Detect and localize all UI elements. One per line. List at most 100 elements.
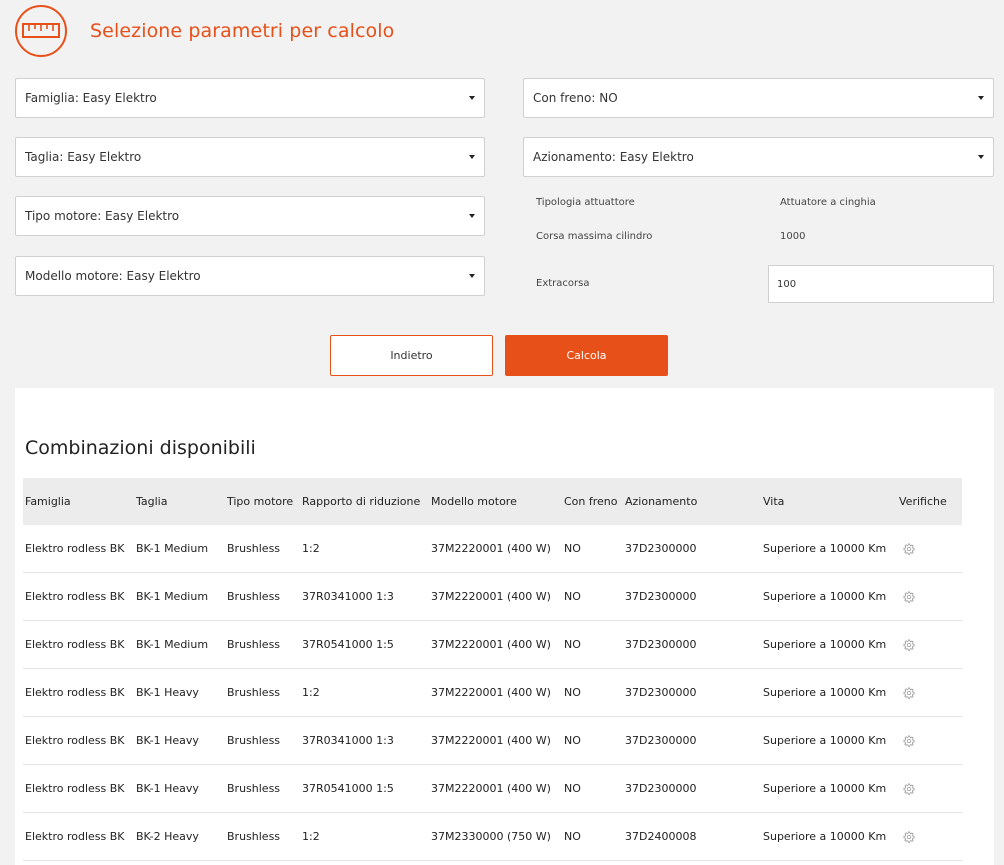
- vita-cell: Superiore a 10000 Km: [761, 620, 897, 669]
- vita-cell: Superiore a 10000 Km: [761, 764, 897, 813]
- famiglia-cell: Elektro rodless BK: [23, 620, 134, 669]
- famiglia-cell: Elektro rodless BK: [23, 572, 134, 621]
- modello-motore-cell: 37M2220001 (400 W): [429, 572, 562, 621]
- chevron-down-icon: [978, 155, 984, 159]
- azionamento-cell: 37D2300000: [623, 525, 761, 573]
- taglia-cell: BK-1 Medium: [134, 572, 225, 621]
- verifiche-cell: [897, 668, 962, 717]
- tipo-motore-cell: Brushless: [225, 620, 300, 669]
- vita-cell: Superiore a 10000 Km: [761, 668, 897, 717]
- azionamento-cell: 37D2300000: [623, 572, 761, 621]
- table-header-row: Famiglia Taglia Tipo motore Rapporto di …: [23, 478, 962, 525]
- azionamento-cell: 37D2400008: [623, 812, 761, 861]
- famiglia-cell: Elektro rodless BK: [23, 525, 134, 573]
- table-row: Elektro rodless BK BK-1 Heavy Brushless 1:2…: [23, 668, 962, 717]
- rapporto-cell: 37R0341000 1:3: [300, 572, 429, 621]
- rapporto-cell: 1:2: [300, 525, 429, 573]
- rapporto-cell: 1:2: [300, 668, 429, 717]
- tipo-motore-cell: Brushless: [225, 668, 300, 717]
- corsa-value: 1000: [780, 231, 806, 242]
- modello-motore-cell: 37M2330000 (750 W): [429, 812, 562, 861]
- famiglia-select[interactable]: Famiglia: Easy Elektro: [15, 78, 485, 118]
- column-header: Famiglia: [25, 495, 71, 508]
- modello-motore-select[interactable]: Modello motore: Easy Elektro: [15, 256, 485, 296]
- rapporto-cell: 37R0541000 1:5: [300, 764, 429, 813]
- corsa-label: Corsa massima cilindro: [536, 231, 653, 242]
- verifiche-cell: [897, 525, 962, 573]
- chevron-down-icon: [469, 155, 475, 159]
- taglia-select-value: Taglia: Easy Elektro: [25, 150, 142, 164]
- chevron-down-icon: [978, 96, 984, 100]
- verifiche-cell: [897, 764, 962, 813]
- back-button[interactable]: Indietro: [330, 335, 493, 376]
- tipo-motore-cell: Brushless: [225, 716, 300, 765]
- table-row: Elektro rodless BK BK-2 Heavy Brushless 1:2…: [23, 812, 962, 861]
- extracorsa-label: Extracorsa: [536, 278, 590, 289]
- famiglia-cell: Elektro rodless BK: [23, 812, 134, 861]
- gear-icon[interactable]: [903, 639, 915, 651]
- con-freno-cell: NO: [562, 716, 623, 765]
- taglia-select[interactable]: Taglia: Easy Elektro: [15, 137, 485, 177]
- table-row: Elektro rodless BK BK-1 Medium Brushless 1:…: [23, 525, 962, 573]
- calculate-button[interactable]: Calcola: [505, 335, 668, 376]
- gear-icon[interactable]: [903, 687, 915, 699]
- vita-cell: Superiore a 10000 Km: [761, 572, 897, 621]
- ruler-logo: [15, 5, 67, 57]
- ruler-icon: [22, 23, 60, 38]
- azionamento-cell: 37D2300000: [623, 668, 761, 717]
- tipo-motore-select-value: Tipo motore: Easy Elektro: [25, 209, 180, 223]
- tipo-motore-cell: Brushless: [225, 764, 300, 813]
- extracorsa-input[interactable]: [768, 265, 994, 303]
- chevron-down-icon: [469, 214, 475, 218]
- vita-cell: Superiore a 10000 Km: [761, 525, 897, 573]
- famiglia-cell: Elektro rodless BK: [23, 716, 134, 765]
- taglia-cell: BK-1 Medium: [134, 620, 225, 669]
- gear-icon[interactable]: [903, 783, 915, 795]
- gear-icon[interactable]: [903, 735, 915, 747]
- gear-icon[interactable]: [903, 543, 915, 555]
- chevron-down-icon: [469, 96, 475, 100]
- verifiche-cell: [897, 620, 962, 669]
- modello-motore-cell: 37M2220001 (400 W): [429, 764, 562, 813]
- modello-motore-cell: 37M2220001 (400 W): [429, 620, 562, 669]
- verifiche-cell: [897, 812, 962, 861]
- tipo-motore-select[interactable]: Tipo motore: Easy Elektro: [15, 196, 485, 236]
- vita-cell: Superiore a 10000 Km: [761, 716, 897, 765]
- tipo-motore-cell: Brushless: [225, 812, 300, 861]
- con-freno-cell: NO: [562, 764, 623, 813]
- vita-cell: Superiore a 10000 Km: [761, 812, 897, 861]
- results-title: Combinazioni disponibili: [25, 437, 256, 459]
- famiglia-cell: Elektro rodless BK: [23, 764, 134, 813]
- column-header: Rapporto di riduzione: [302, 495, 421, 508]
- rapporto-cell: 37R0341000 1:3: [300, 716, 429, 765]
- tipologia-value: Attuatore a cinghia: [780, 197, 876, 208]
- results-panel: Combinazioni disponibili Famiglia Taglia…: [15, 388, 994, 865]
- con-freno-cell: NO: [562, 668, 623, 717]
- rapporto-cell: 1:2: [300, 812, 429, 861]
- column-header: Tipo motore: [227, 495, 294, 508]
- azionamento-select[interactable]: Azionamento: Easy Elektro: [523, 137, 994, 177]
- famiglia-select-value: Famiglia: Easy Elektro: [25, 91, 157, 105]
- chevron-down-icon: [469, 274, 475, 278]
- gear-icon[interactable]: [903, 831, 915, 843]
- modello-motore-select-value: Modello motore: Easy Elektro: [25, 269, 201, 283]
- con-freno-cell: NO: [562, 812, 623, 861]
- page-title: Selezione parametri per calcolo: [90, 20, 395, 42]
- table-row: Elektro rodless BK BK-1 Heavy Brushless 37R…: [23, 764, 962, 813]
- tipologia-label: Tipologia attuattore: [536, 197, 635, 208]
- column-header: Taglia: [136, 495, 168, 508]
- column-header: Vita: [763, 495, 785, 508]
- column-header: Verifiche: [899, 495, 947, 508]
- con-freno-select[interactable]: Con freno: NO: [523, 78, 994, 118]
- verifiche-cell: [897, 716, 962, 765]
- con-freno-cell: NO: [562, 525, 623, 573]
- azionamento-cell: 37D2300000: [623, 716, 761, 765]
- table-row: Elektro rodless BK BK-1 Heavy Brushless 37R…: [23, 716, 962, 765]
- combinations-table: Famiglia Taglia Tipo motore Rapporto di …: [23, 478, 962, 861]
- gear-icon[interactable]: [903, 591, 915, 603]
- azionamento-cell: 37D2300000: [623, 764, 761, 813]
- rapporto-cell: 37R0541000 1:5: [300, 620, 429, 669]
- column-header: Con freno: [564, 495, 618, 508]
- verifiche-cell: [897, 572, 962, 621]
- column-header: Modello motore: [431, 495, 517, 508]
